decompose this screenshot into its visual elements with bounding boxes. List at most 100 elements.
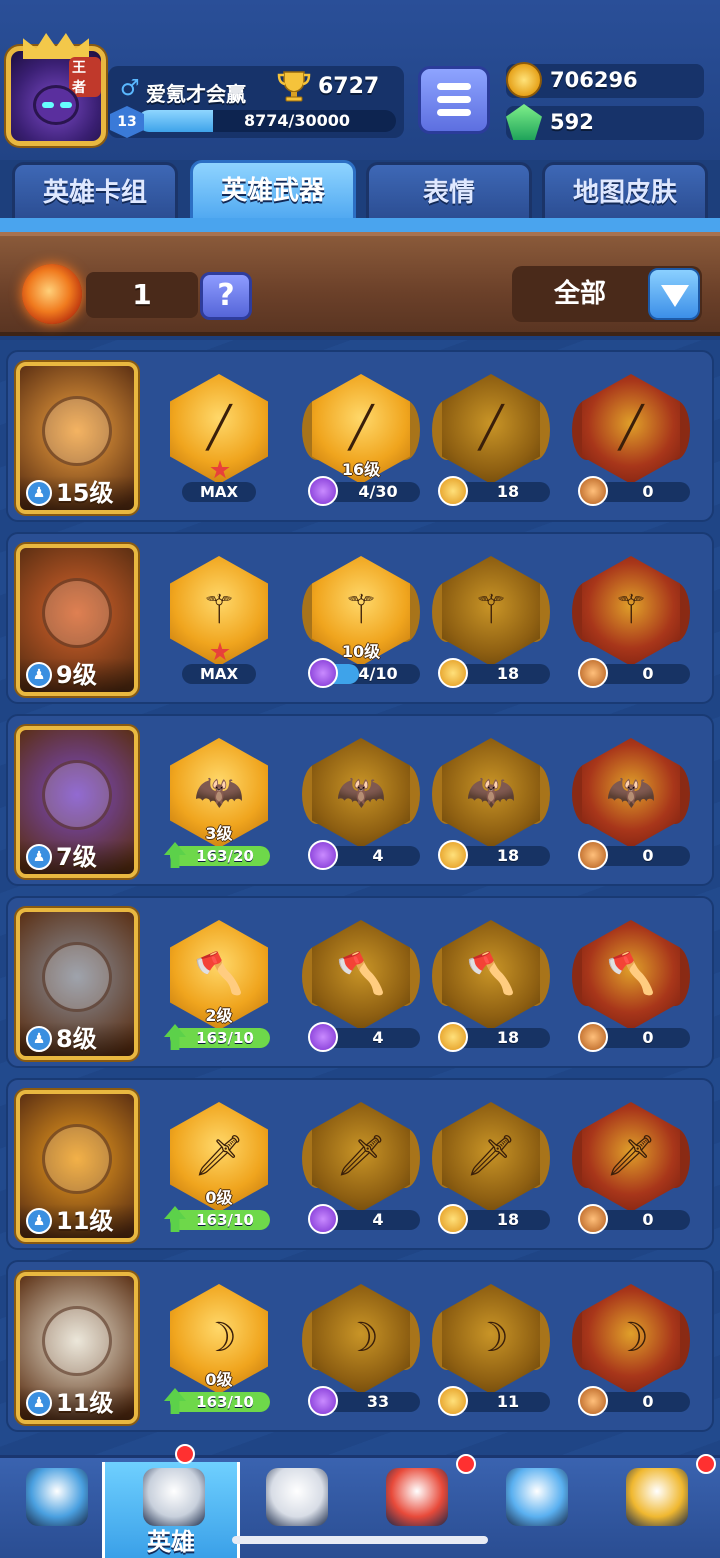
cost-value: 0: [642, 846, 654, 865]
hero-level-bar: ♟ 11级: [20, 1204, 134, 1238]
weapon-slot[interactable]: 🗡 0级 163/10: [156, 1102, 282, 1232]
nav-item[interactable]: [598, 1454, 716, 1558]
hero-level: 11级: [56, 1389, 114, 1417]
hero-face-icon: [42, 396, 112, 466]
hero-weapon-row[interactable]: ♟ 15级 ╱ MAX ╱ 16级 4/30 ╱ 18 ╱ 0: [6, 350, 714, 522]
hero-portrait[interactable]: ♟ 11级: [16, 1272, 138, 1424]
tab-underline: [0, 218, 720, 232]
cost-value: 18: [496, 1028, 520, 1047]
hero-face-icon: [42, 760, 112, 830]
nav-item[interactable]: [478, 1462, 596, 1558]
hero-weapon-row[interactable]: ♟ 11级 ☽ 0级 163/10 ☽ 33 ☽ 11 ☽ 0: [6, 1260, 714, 1432]
weapon-icon: 🦇: [194, 769, 244, 815]
weapon-icon: 🦇: [336, 769, 386, 815]
hero-portrait[interactable]: ♟ 11级: [16, 1090, 138, 1242]
avatar-eye: [60, 102, 72, 108]
weapon-slot[interactable]: ╱ MAX: [156, 374, 282, 502]
filter-bar: 1 ? 全部: [0, 232, 720, 336]
weapon-slot[interactable]: ☽ 33: [298, 1284, 424, 1416]
hero-portrait[interactable]: ♟ 9级: [16, 544, 138, 696]
hero-portrait[interactable]: ♟ 7级: [16, 726, 138, 878]
hero-weapon-row[interactable]: ♟ 9级 ⚚ MAX ⚚ 10级 4/10 ⚚ 18 ⚚ 0: [6, 532, 714, 704]
weapon-slot[interactable]: 🦇 3级 163/20: [156, 738, 282, 868]
cost-value: 4/10: [358, 664, 398, 683]
menu-button[interactable]: [418, 66, 490, 134]
weapon-slot[interactable]: 🦇 0: [568, 738, 694, 870]
weapon-slot[interactable]: 🪓 2级 163/10: [156, 920, 282, 1050]
weapon-icon: 🪓: [194, 951, 244, 997]
weapon-icon: 🗡: [335, 1133, 387, 1179]
tab-hero-deck[interactable]: 英雄卡组: [12, 162, 178, 220]
weapon-icon: ☽: [201, 1315, 237, 1361]
cost-value: 0: [642, 664, 654, 683]
weapon-slot[interactable]: 🗡 4: [298, 1102, 424, 1234]
hamburger-line: [437, 83, 471, 90]
weapon-slot[interactable]: ⚚ 0: [568, 556, 694, 688]
hero-level-bar: ♟ 9级: [20, 658, 134, 692]
nav-item[interactable]: 英雄: [102, 1444, 240, 1558]
weapon-slot[interactable]: 🗡 0: [568, 1102, 694, 1234]
nav-label: 英雄: [147, 1528, 195, 1556]
male-gender-icon: ♂: [120, 76, 140, 101]
weapon-slot[interactable]: 🦇 18: [428, 738, 554, 870]
weapon-slot[interactable]: ☽ 0级 163/10: [156, 1284, 282, 1414]
weapon-slot[interactable]: ☽ 11: [428, 1284, 554, 1416]
weapon-slot[interactable]: 🦇 4: [298, 738, 424, 870]
weapon-icon: ☽: [473, 1315, 509, 1361]
hero-class-icon: ♟: [26, 1026, 52, 1052]
weapon-slot[interactable]: ╱ 16级 4/30: [298, 374, 424, 506]
weapon-slot[interactable]: ☽ 0: [568, 1284, 694, 1416]
cost-value: 18: [496, 846, 520, 865]
hero-level: 8级: [56, 1025, 97, 1053]
weapon-slot[interactable]: ╱ 0: [568, 374, 694, 506]
hero-face-icon: [42, 1306, 112, 1376]
tab-map-skins[interactable]: 地图皮肤: [542, 162, 708, 220]
hero-weapon-row[interactable]: ♟ 11级 🗡 0级 163/10 🗡 4 🗡 18 🗡 0: [6, 1078, 714, 1250]
filter-select[interactable]: 全部: [512, 266, 702, 322]
hero-weapon-list[interactable]: ♟ 15级 ╱ MAX ╱ 16级 4/30 ╱ 18 ╱ 0 ♟ 9级 ⚚ MAX ⚚ 10级 4/10 ⚚ 18 ⚚…: [0, 340, 720, 1455]
cost-value: 4: [372, 846, 384, 865]
notification-dot: [175, 1444, 195, 1464]
tab-hero-weapons[interactable]: 英雄武器: [190, 160, 356, 222]
hero-level: 11级: [56, 1207, 114, 1235]
weapon-slot[interactable]: ⚚ 18: [428, 556, 554, 688]
dropdown-arrow-icon[interactable]: [648, 268, 700, 320]
crown-icon: [23, 33, 89, 59]
cost-value: 4/30: [358, 482, 398, 501]
nav-item[interactable]: [0, 1462, 116, 1558]
player-name: 爱氪才会赢: [146, 82, 246, 106]
upgrade-progress-bar: 163/10: [170, 1028, 270, 1048]
player-avatar[interactable]: 王者: [6, 33, 106, 146]
knight-helmet-icon: [143, 1468, 205, 1526]
gold-display[interactable]: 706296: [506, 62, 704, 98]
gold-amount: 706296: [550, 68, 638, 92]
player-panel[interactable]: ♂ 爱氪才会赢 6727 8774/30000 13: [108, 66, 404, 138]
weapon-slot[interactable]: 🪓 4: [298, 920, 424, 1052]
top-bar: 王者 ♂ 爱氪才会赢 6727 8774/30000 13 706296 592: [0, 0, 720, 160]
weapon-slot[interactable]: 🗡 18: [428, 1102, 554, 1234]
weapon-slot[interactable]: ⚚ MAX: [156, 556, 282, 684]
hero-portrait[interactable]: ♟ 15级: [16, 362, 138, 514]
weapon-icon: 🗡: [465, 1133, 517, 1179]
weapon-slot[interactable]: ⚚ 10级 4/10: [298, 556, 424, 688]
cost-value: 4: [372, 1028, 384, 1047]
upgrade-progress-text: 163/10: [196, 1029, 254, 1047]
category-tabs: 英雄卡组 英雄武器 表情 地图皮肤: [0, 160, 720, 222]
weapon-icon: 🪓: [466, 951, 516, 997]
weapon-level: 0级: [205, 1188, 233, 1207]
weapon-icon: ⚚: [613, 587, 649, 633]
gem-display[interactable]: 592: [506, 104, 704, 140]
hero-class-icon: ♟: [26, 480, 52, 506]
hero-weapon-row[interactable]: ♟ 8级 🪓 2级 163/10 🪓 4 🪓 18 🪓 0: [6, 896, 714, 1068]
weapon-slot[interactable]: 🪓 18: [428, 920, 554, 1052]
weapon-slot[interactable]: 🪓 0: [568, 920, 694, 1052]
hero-weapon-row[interactable]: ♟ 7级 🦇 3级 163/20 🦇 4 🦇 18 🦇 0: [6, 714, 714, 886]
tab-emotes[interactable]: 表情: [366, 162, 532, 220]
hero-level-bar: ♟ 15级: [20, 476, 134, 510]
fragment-count: 1: [132, 278, 152, 311]
friends-banner-icon: [506, 1468, 568, 1526]
help-button[interactable]: ?: [200, 272, 252, 320]
weapon-icon: 🪓: [606, 951, 656, 997]
hero-portrait[interactable]: ♟ 8级: [16, 908, 138, 1060]
weapon-slot[interactable]: ╱ 18: [428, 374, 554, 506]
